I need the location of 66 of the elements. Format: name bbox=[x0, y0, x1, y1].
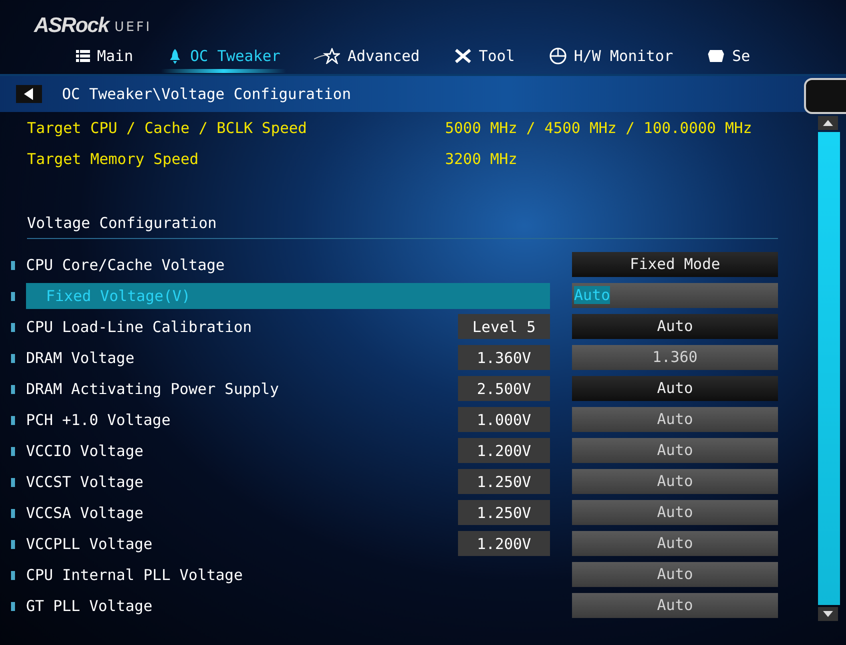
list-icon bbox=[76, 50, 90, 62]
bullet-icon bbox=[10, 506, 16, 518]
option-dropdown[interactable]: Fixed Mode bbox=[572, 252, 778, 277]
bullet-icon bbox=[10, 320, 16, 332]
value-field[interactable]: Auto bbox=[572, 593, 778, 618]
current-reading: 1.250V bbox=[458, 500, 550, 525]
value-field[interactable]: Auto bbox=[572, 500, 778, 525]
setting-label[interactable]: PCH +1.0 Voltage bbox=[26, 406, 458, 432]
setting-label[interactable]: VCCIO Voltage bbox=[26, 438, 458, 464]
current-reading: 1.360V bbox=[458, 345, 550, 370]
current-reading: 1.200V bbox=[458, 438, 550, 463]
target-label: Target CPU / Cache / BCLK Speed bbox=[27, 118, 308, 136]
back-button[interactable] bbox=[16, 85, 42, 103]
setting-label[interactable]: VCCST Voltage bbox=[26, 468, 458, 494]
scroll-up-button[interactable] bbox=[818, 116, 838, 130]
target-value: 3200 MHz bbox=[445, 150, 518, 168]
brand-logo: ASRock bbox=[34, 14, 109, 38]
bullet-icon bbox=[10, 444, 16, 456]
current-reading: 1.250V bbox=[458, 469, 550, 494]
star-icon bbox=[314, 48, 340, 64]
bullet-icon bbox=[10, 290, 16, 302]
bullet-icon bbox=[10, 568, 16, 580]
setting-label[interactable]: CPU Internal PLL Voltage bbox=[26, 562, 572, 588]
menu-tab[interactable]: Main bbox=[70, 39, 140, 73]
breadcrumb-path: OC Tweaker\Voltage Configuration bbox=[62, 85, 351, 103]
bullet-icon bbox=[10, 476, 16, 488]
bullet-icon bbox=[10, 538, 16, 550]
option-dropdown[interactable]: Auto bbox=[572, 314, 778, 339]
bullet-icon bbox=[10, 600, 16, 612]
setting-label[interactable]: CPU Core/Cache Voltage bbox=[26, 252, 572, 278]
setting-label[interactable]: VCCPLL Voltage bbox=[26, 530, 458, 556]
menu-tab[interactable]: Tool bbox=[448, 39, 521, 73]
current-reading: Level 5 bbox=[458, 314, 550, 339]
setting-label[interactable]: VCCSA Voltage bbox=[26, 500, 458, 526]
setting-label[interactable]: GT PLL Voltage bbox=[26, 592, 572, 618]
up-arrow-icon bbox=[823, 120, 833, 126]
current-reading: 1.000V bbox=[458, 407, 550, 432]
gauge-icon bbox=[548, 47, 567, 65]
value-field[interactable]: Auto bbox=[572, 438, 778, 463]
down-arrow-icon bbox=[823, 611, 833, 617]
bullet-icon bbox=[10, 382, 16, 394]
value-field[interactable]: Auto bbox=[572, 469, 778, 494]
current-reading: 1.200V bbox=[458, 531, 550, 556]
value-field[interactable]: Auto bbox=[572, 407, 778, 432]
target-value: 5000 MHz / 4500 MHz / 100.0000 MHz bbox=[445, 118, 752, 136]
scroll-down-button[interactable] bbox=[818, 607, 838, 621]
setting-label[interactable]: CPU Load-Line Calibration bbox=[26, 314, 458, 340]
current-reading: 2.500V bbox=[458, 376, 550, 401]
exit-button[interactable] bbox=[804, 78, 846, 114]
section-title: Voltage Configuration bbox=[26, 213, 218, 234]
bullet-icon bbox=[10, 414, 16, 426]
value-field[interactable]: Auto bbox=[572, 531, 778, 556]
menu-tab[interactable]: Advanced bbox=[308, 39, 426, 73]
target-label: Target Memory Speed bbox=[27, 150, 200, 168]
setting-label[interactable]: DRAM Activating Power Supply bbox=[26, 376, 458, 402]
option-dropdown[interactable]: Auto bbox=[572, 376, 778, 401]
bullet-icon bbox=[10, 352, 16, 364]
menu-tab[interactable]: OC Tweaker bbox=[161, 39, 286, 73]
menu-tab[interactable]: H/W Monitor bbox=[542, 39, 680, 73]
value-field[interactable]: 1.360 bbox=[572, 345, 778, 370]
back-icon bbox=[24, 88, 34, 100]
bullet-icon bbox=[10, 258, 16, 270]
brand-suffix: UEFI bbox=[114, 20, 152, 35]
setting-label[interactable]: DRAM Voltage bbox=[26, 344, 458, 370]
menu-tab[interactable]: Se bbox=[701, 39, 756, 73]
value-field[interactable]: Auto bbox=[572, 562, 778, 587]
